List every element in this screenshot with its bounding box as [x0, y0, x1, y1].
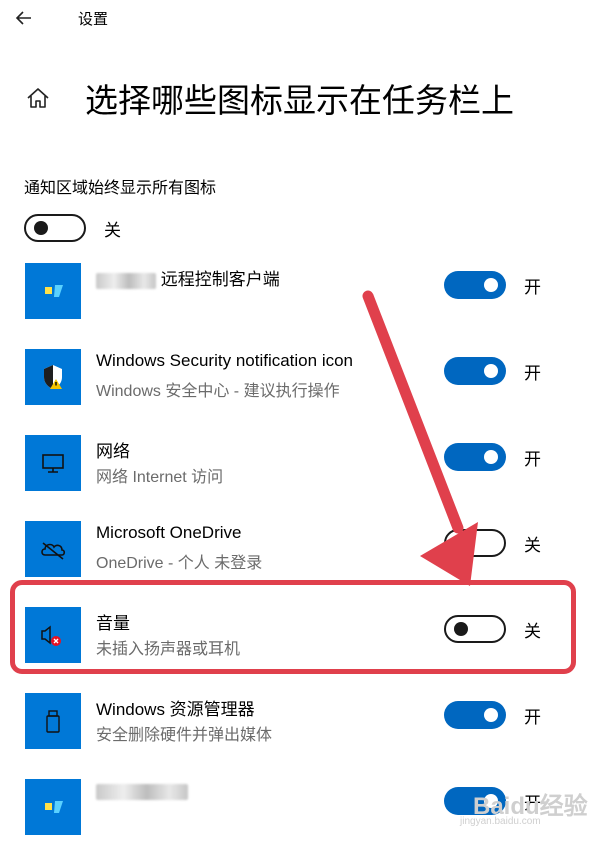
annotation-arrow: [362, 290, 478, 586]
watermark: Baidu经验 jingyan.baidu.com: [448, 786, 588, 836]
watermark-url: jingyan.baidu.com: [460, 816, 541, 827]
